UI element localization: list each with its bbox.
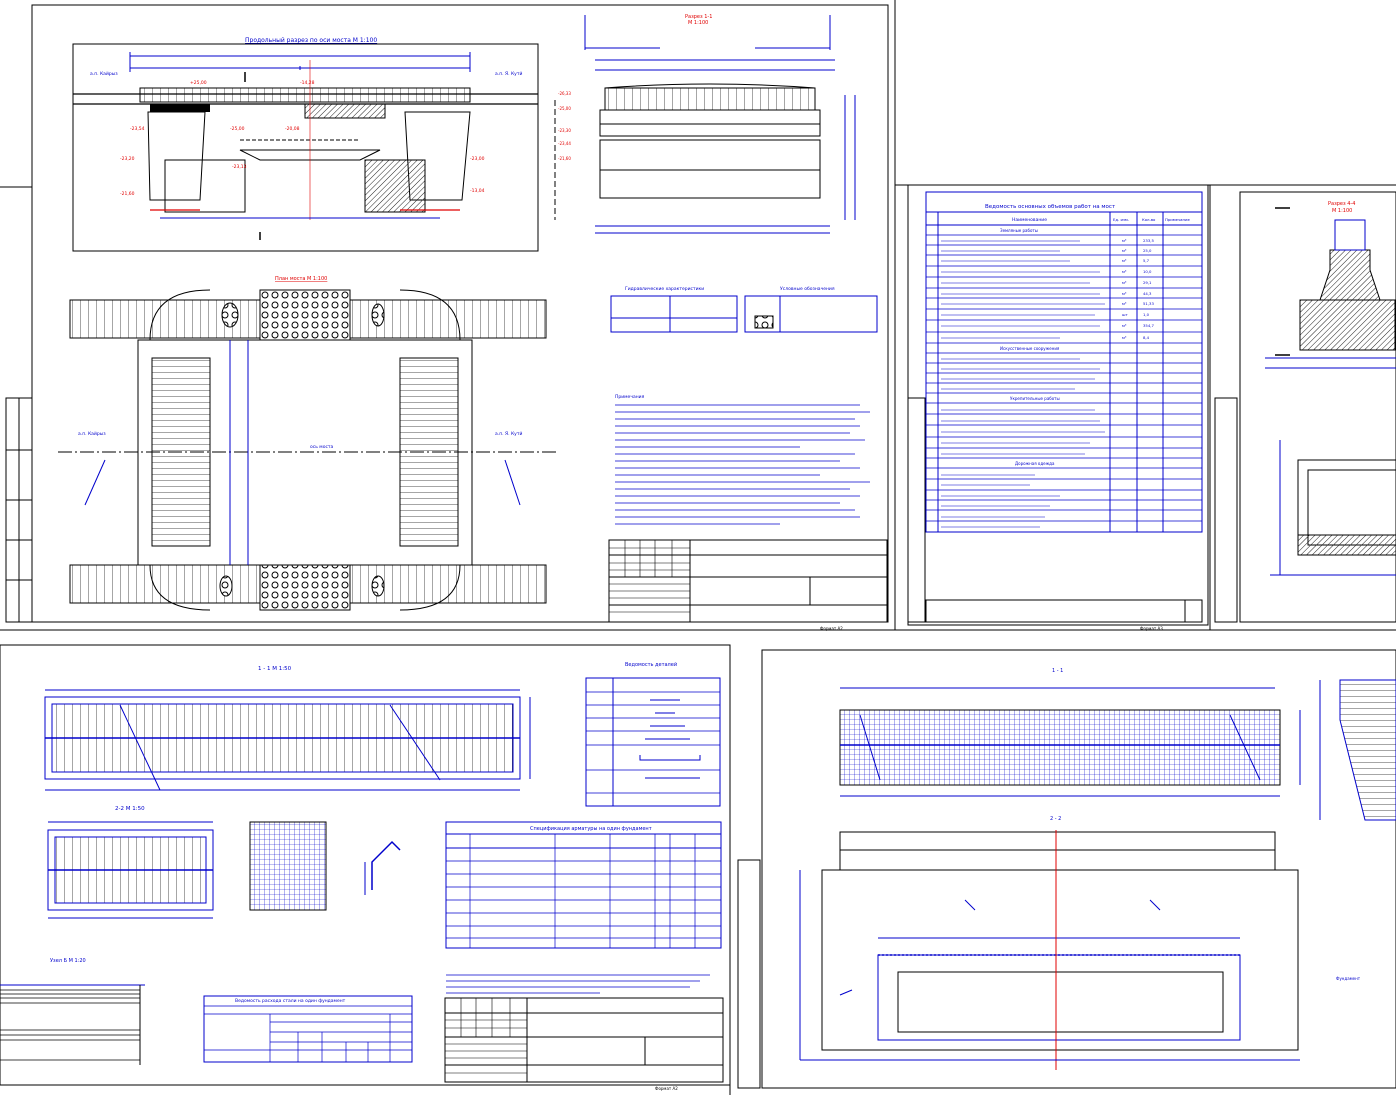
specs-title: Гидравлические характеристики <box>625 286 704 292</box>
sheet4-format: Формат А2 <box>655 1086 678 1091</box>
qty-0: 233,5 <box>1143 238 1154 243</box>
unit-7: шт <box>1122 312 1128 317</box>
qty-9: 8,4 <box>1143 335 1150 340</box>
sheet2-format: Формат А3 <box>1140 626 1163 631</box>
svg-text:-23,13: -23,13 <box>232 164 247 170</box>
svg-text:+25,00: +25,00 <box>190 80 207 86</box>
cross-section-1-1: Разрез 1-1 М 1:100 -26,33-25,00 -23,30-2… <box>554 14 856 234</box>
unit-4: м³ <box>1122 280 1127 285</box>
axis-label: ось моста <box>310 445 334 450</box>
svg-text:-25,00: -25,00 <box>558 106 571 111</box>
side-stamp <box>5 397 33 623</box>
svg-text:-25,00: -25,00 <box>230 126 245 132</box>
unit-2: м³ <box>1122 258 1127 263</box>
unit-8: м³ <box>1122 323 1127 328</box>
foundation-view-1 <box>44 689 531 791</box>
drawing-canvas: Продольный разрез по оси моста М 1:100 а… <box>0 0 1396 1095</box>
svg-text:-23,54: -23,54 <box>130 126 145 132</box>
section-pavement: Дорожная одежда <box>1015 461 1055 466</box>
svg-text:-23,30: -23,30 <box>558 128 571 133</box>
s5-view2-title: 2 - 2 <box>1050 816 1061 822</box>
plan-title: План моста М 1:100 <box>275 276 327 282</box>
sheet1-format: Формат А2 <box>820 626 843 631</box>
specs-block: Гидравлические характеристики Условные о… <box>610 286 878 333</box>
section-earthworks: Земляные работы <box>1000 228 1038 233</box>
right-road-label: а.п. Я. Кутй <box>495 70 522 77</box>
s5-view1-title: 1 - 1 <box>1052 668 1063 674</box>
qty-6: 51,33 <box>1143 301 1154 306</box>
sheet-4: 1 - 1 М 1:50 2-2 М 1:50 Ведомость детале… <box>0 644 731 1095</box>
works-table-title: Ведомость основных объемов работ на мост <box>985 204 1116 210</box>
plan-left-label: а.п. Кайрыз <box>78 430 106 437</box>
section-reinforcement: Укрепительные работы <box>1010 396 1060 401</box>
elevation-title: Продольный разрез по оси моста М 1:100 <box>245 37 377 44</box>
reinforcement-view-1 <box>839 687 1301 797</box>
node-b: Узел Б М 1:20 <box>0 958 145 1065</box>
title-block-4: Формат А2 <box>444 997 724 1091</box>
node-title: Узел Б М 1:20 <box>50 958 86 964</box>
works-table: Ведомость основных объемов работ на мост… <box>925 191 1203 533</box>
notes-block: Примечания <box>615 394 870 525</box>
col-note: Примечание <box>1165 217 1190 222</box>
sheet3-section-scale: М 1:100 <box>1332 208 1352 214</box>
mesh-detail <box>249 821 327 911</box>
notes-title: Примечания <box>615 394 645 400</box>
title-block-1: Формат А2 <box>608 539 888 631</box>
svg-text:-23,44: -23,44 <box>558 141 571 146</box>
qty-3: 10,0 <box>1143 269 1152 274</box>
svg-text:-26,33: -26,33 <box>558 91 571 96</box>
svg-text:-20,08: -20,08 <box>285 126 300 132</box>
section-scale: М 1:100 <box>688 20 708 26</box>
node-detail <box>364 840 401 895</box>
longitudinal-section: Продольный разрез по оси моста М 1:100 а… <box>72 37 539 252</box>
view2-title: 2-2 М 1:50 <box>115 806 145 812</box>
col-name: Наименование <box>1012 217 1047 223</box>
details-table: Ведомость деталей <box>585 661 721 807</box>
qty-4: 29,1 <box>1143 280 1152 285</box>
sheet-3: Разрез 4-4 М 1:100 <box>1214 191 1396 623</box>
svg-text:-21,60: -21,60 <box>558 156 571 161</box>
svg-text:-21,60: -21,60 <box>120 191 135 197</box>
unit-9: м³ <box>1122 335 1127 340</box>
qty-8: 354,7 <box>1143 323 1154 328</box>
s5-note-label: Фундамент <box>1336 976 1361 981</box>
left-road-label: а.п. Кайрыз <box>90 70 118 77</box>
details-title: Ведомость деталей <box>625 661 677 668</box>
view1-title: 1 - 1 М 1:50 <box>258 666 292 672</box>
svg-text:-14,28: -14,28 <box>300 80 315 86</box>
side-view: Фундамент <box>1319 679 1396 981</box>
sheet3-section-title: Разрез 4-4 <box>1328 201 1355 207</box>
spec-title: Спецификация арматуры на один фундамент <box>530 826 652 832</box>
section-structures: Искусственные сооружения <box>1000 346 1060 351</box>
unit-0: м³ <box>1122 238 1127 243</box>
col-qty: Кол-во <box>1142 217 1156 222</box>
svg-text:-23,00: -23,00 <box>470 156 485 162</box>
unit-3: м³ <box>1122 269 1127 274</box>
svg-text:-13,04: -13,04 <box>470 188 485 194</box>
sheet-1: Продольный разрез по оси моста М 1:100 а… <box>0 4 1396 631</box>
sheet-5: 1 - 1 2 - 2 Фундамент <box>737 649 1396 1089</box>
reinforcement-view-2 <box>799 830 1300 1070</box>
qty-5: 44,3 <box>1143 291 1152 296</box>
qty-7: 1,0 <box>1143 312 1150 317</box>
qty-1: 25,0 <box>1143 248 1152 253</box>
sheet4-notes <box>446 974 710 994</box>
unit-6: м³ <box>1122 301 1127 306</box>
foundation-view-2 <box>47 821 214 919</box>
steel-table: Ведомость расхода стали на один фундамен… <box>203 995 413 1063</box>
spec-table: Спецификация арматуры на один фундамент <box>445 821 722 949</box>
rebar-title: Ведомость расхода стали на один фундамен… <box>235 998 346 1004</box>
unit-1: м³ <box>1122 248 1127 253</box>
plan-right-label: а.п. Я. Кутй <box>495 430 522 437</box>
bridge-plan: План моста М 1:100 а.п. Кайрыз а.п. Я. К… <box>58 276 556 611</box>
legend-title: Условные обозначения <box>780 286 835 292</box>
svg-text:-23,20: -23,20 <box>120 156 135 162</box>
col-unit: Ед. изм. <box>1113 217 1129 222</box>
unit-5: м³ <box>1122 291 1127 296</box>
qty-2: 5,7 <box>1143 258 1150 263</box>
